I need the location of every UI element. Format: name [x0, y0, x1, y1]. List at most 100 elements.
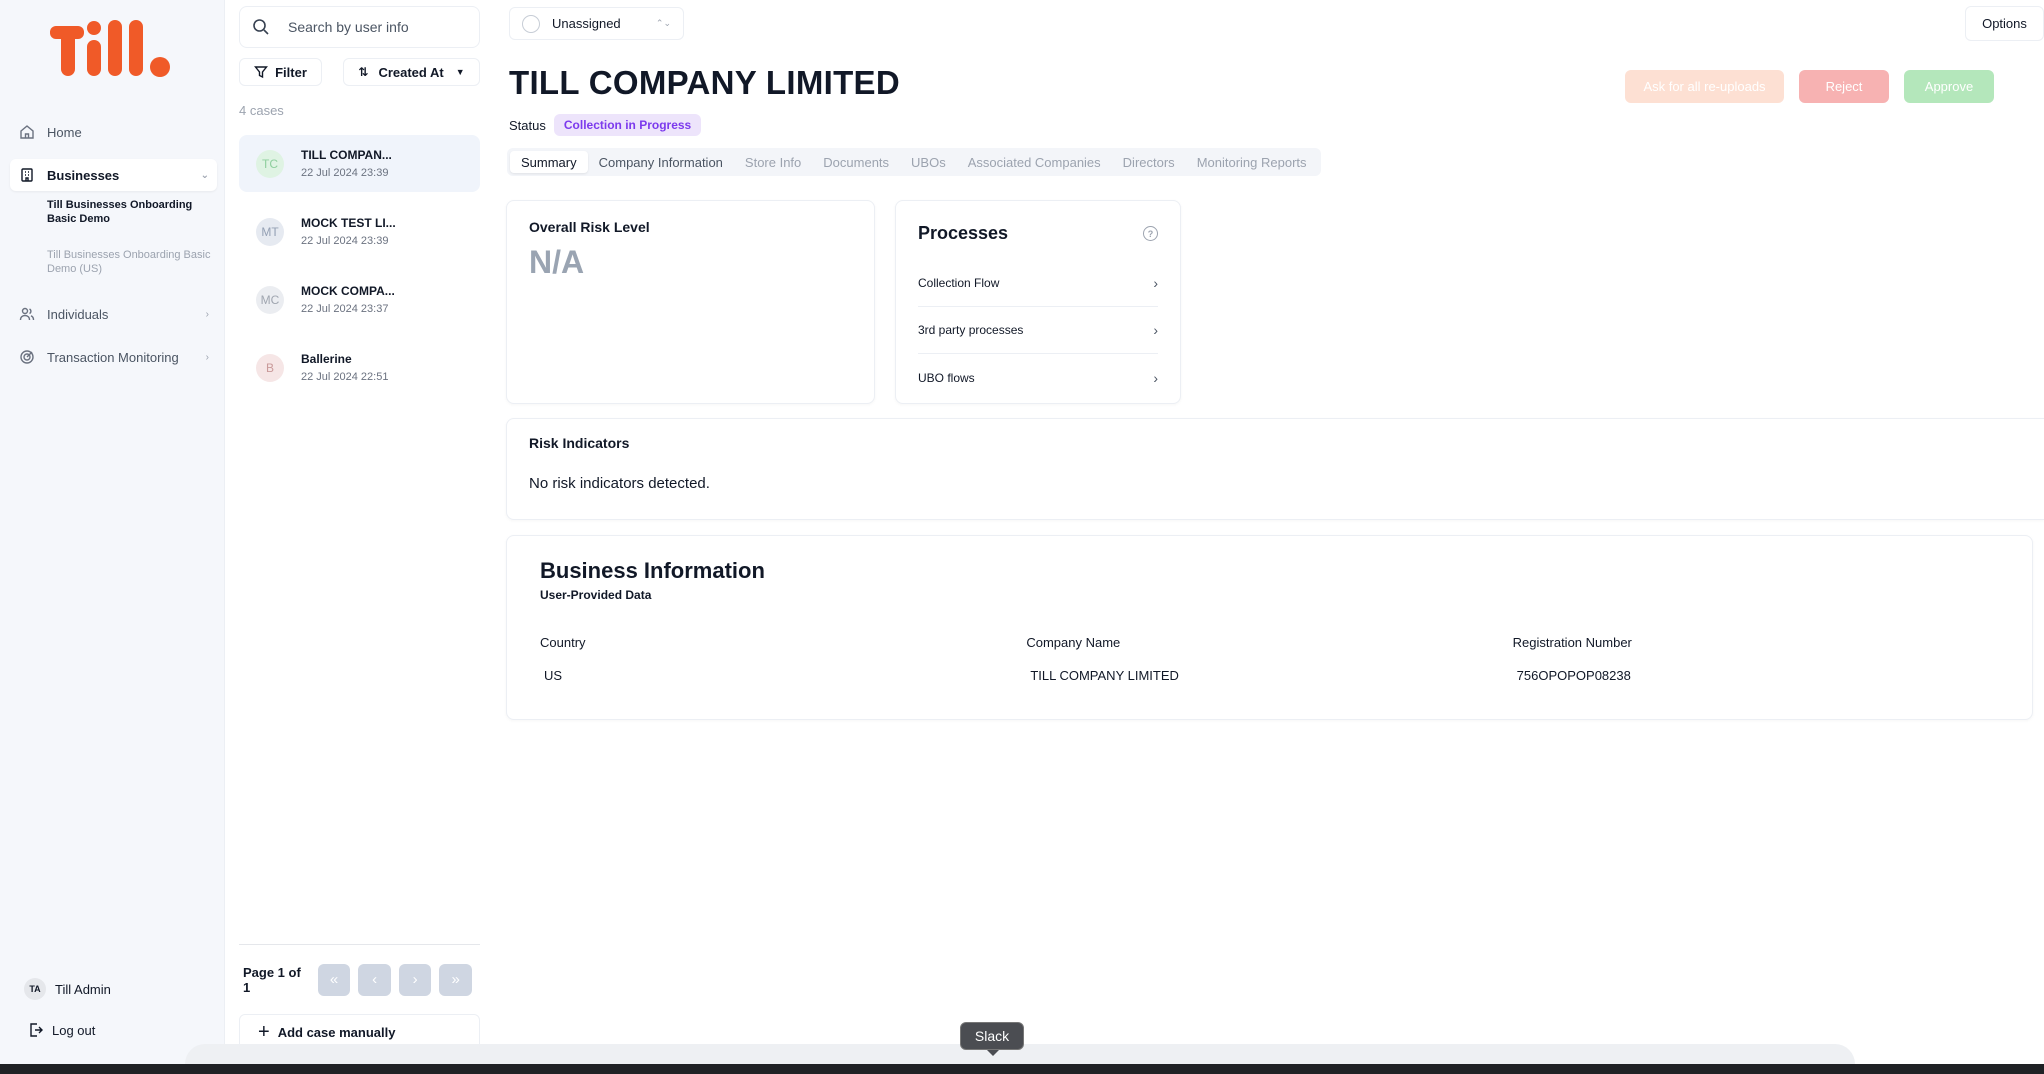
tab-company-information[interactable]: Company Information	[588, 151, 734, 173]
filter-label: Filter	[275, 64, 307, 80]
users-icon	[18, 305, 36, 323]
avatar: TA	[24, 978, 46, 1000]
sidebar-item-home[interactable]: Home	[10, 116, 217, 148]
case-name: Ballerine	[301, 352, 352, 366]
field-value: 756OPOPOP08238	[1516, 668, 1631, 683]
double-chevron-left-icon: «	[329, 971, 339, 988]
tab-associated-companies[interactable]: Associated Companies	[957, 151, 1112, 173]
add-case-label: Add case manually	[277, 1024, 396, 1040]
sidebar-user-area: TA Till Admin Log out	[24, 978, 111, 1038]
process-item-collection-flow[interactable]: Collection Flow ›	[918, 260, 1158, 307]
case-list-panel: Filter ⇅ Created At ▼ 4 cases TC TILL CO…	[225, 0, 495, 1064]
current-user[interactable]: TA Till Admin	[24, 978, 111, 1000]
help-icon[interactable]: ?	[1143, 226, 1158, 241]
case-date: 22 Jul 2024 23:39	[301, 235, 389, 247]
case-item[interactable]: MT MOCK TEST LI... 22 Jul 2024 23:39	[239, 203, 480, 260]
risk-indicators-title: Risk Indicators	[529, 435, 630, 451]
detail-tabs: Summary Company Information Store Info D…	[507, 148, 1321, 176]
risk-indicators-card: Risk Indicators No risk indicators detec…	[506, 418, 2044, 520]
overall-risk-title: Overall Risk Level	[529, 219, 650, 235]
tab-summary[interactable]: Summary	[510, 151, 588, 173]
case-date: 22 Jul 2024 23:39	[301, 167, 389, 179]
logout-button[interactable]: Log out	[24, 1022, 111, 1038]
case-item[interactable]: TC TILL COMPAN... 22 Jul 2024 23:39	[239, 135, 480, 192]
caret-down-icon: ▼	[455, 67, 465, 77]
field-registration-number: Registration Number 756OPOPOP08238	[1513, 635, 1999, 683]
plus-icon: +	[258, 1020, 270, 1043]
case-avatar: TC	[256, 149, 284, 178]
chevron-down-icon: ⌄	[200, 169, 209, 181]
search-input[interactable]	[288, 19, 468, 35]
prev-page-button[interactable]: ‹	[358, 963, 391, 996]
field-value: US	[544, 668, 563, 683]
tab-directors[interactable]: Directors	[1112, 151, 1186, 173]
field-company-name: Company Name TILL COMPANY LIMITED	[1026, 635, 1512, 683]
process-item-third-party[interactable]: 3rd party processes ›	[918, 307, 1158, 354]
chevron-right-icon: ›	[205, 308, 209, 320]
tab-monitoring-reports[interactable]: Monitoring Reports	[1186, 151, 1318, 173]
processes-title: Processes	[918, 223, 1009, 243]
chevron-right-icon: ›	[412, 971, 418, 988]
sidebar-item-businesses[interactable]: Businesses ⌄	[10, 159, 217, 191]
tab-ubos[interactable]: UBOs	[900, 151, 957, 173]
sidebar-item-individuals[interactable]: Individuals ›	[10, 298, 217, 330]
tab-documents[interactable]: Documents	[812, 151, 900, 173]
sort-label: Created At	[378, 64, 444, 80]
search-box[interactable]	[239, 6, 480, 48]
dock	[0, 1064, 2044, 1074]
dock-tooltip: Slack	[960, 1022, 1024, 1056]
filter-button[interactable]: Filter	[239, 58, 322, 86]
till-logo[interactable]	[50, 20, 175, 78]
field-label: Country	[540, 635, 586, 650]
home-icon	[18, 123, 36, 141]
business-information-card: Business Information User-Provided Data …	[506, 535, 2033, 720]
case-avatar: MT	[256, 217, 284, 246]
sidebar-item-label: Transaction Monitoring	[47, 349, 179, 365]
reject-button[interactable]: Reject	[1799, 70, 1889, 103]
monitoring-icon	[18, 348, 36, 366]
sidebar-item-label: Home	[47, 124, 82, 140]
field-label: Registration Number	[1512, 635, 1632, 650]
process-label: Collection Flow	[918, 276, 1000, 290]
subnav-item-onboarding-basic-demo-us[interactable]: Till Businesses Onboarding Basic Demo (U…	[47, 248, 217, 276]
field-value: TILL COMPANY LIMITED	[1030, 668, 1179, 683]
sidebar-nav: Home Businesses ⌄ Till Businesses Onboar…	[10, 116, 217, 384]
case-avatar: B	[256, 353, 284, 382]
logout-label: Log out	[52, 1022, 96, 1038]
next-page-button[interactable]: ›	[398, 963, 432, 996]
first-page-button[interactable]: «	[317, 963, 351, 996]
chevron-right-icon: ›	[1153, 369, 1158, 386]
subnav-item-onboarding-basic-demo[interactable]: Till Businesses Onboarding Basic Demo	[47, 198, 217, 226]
case-avatar: MC	[256, 285, 284, 314]
assignee-select[interactable]: Unassigned ⌃⌄	[509, 7, 684, 40]
process-label: 3rd party processes	[918, 323, 1024, 337]
process-item-ubo-flows[interactable]: UBO flows ›	[918, 354, 1158, 401]
business-info-subtitle: User-Provided Data	[540, 588, 652, 602]
case-items: TC TILL COMPAN... 22 Jul 2024 23:39 MT M…	[239, 135, 480, 407]
processes-header: Processes ?	[918, 223, 1158, 244]
search-icon	[252, 18, 270, 36]
sidebar-item-transaction-monitoring[interactable]: Transaction Monitoring ›	[10, 341, 217, 373]
businesses-subnav: Till Businesses Onboarding Basic Demo Ti…	[10, 198, 217, 276]
case-item[interactable]: B Ballerine 22 Jul 2024 22:51	[239, 339, 480, 396]
overall-risk-value: N/A	[529, 244, 585, 280]
case-date: 22 Jul 2024 22:51	[301, 371, 389, 383]
case-item[interactable]: MC MOCK COMPA... 22 Jul 2024 23:37	[239, 271, 480, 328]
user-circle-icon	[522, 14, 540, 33]
approve-button[interactable]: Approve	[1904, 70, 1994, 103]
business-info-title: Business Information	[540, 558, 765, 583]
case-count: 4 cases	[239, 103, 284, 118]
options-button[interactable]: Options	[1965, 6, 2044, 41]
building-icon	[18, 166, 36, 184]
tab-store-info[interactable]: Store Info	[734, 151, 812, 173]
user-name: Till Admin	[55, 981, 111, 997]
page-title: TILL COMPANY LIMITED	[509, 64, 900, 101]
last-page-button[interactable]: »	[439, 963, 472, 996]
pagination: Page 1 of 1 « ‹ › »	[239, 944, 480, 1014]
status-badge: Collection in Progress	[553, 114, 702, 136]
ask-reuploads-button[interactable]: Ask for all re-uploads	[1625, 70, 1784, 103]
field-country: Country US	[540, 635, 1026, 683]
case-name: MOCK COMPA...	[301, 284, 395, 298]
sidebar-item-label: Individuals	[47, 306, 109, 322]
sort-button[interactable]: ⇅ Created At ▼	[343, 58, 480, 86]
